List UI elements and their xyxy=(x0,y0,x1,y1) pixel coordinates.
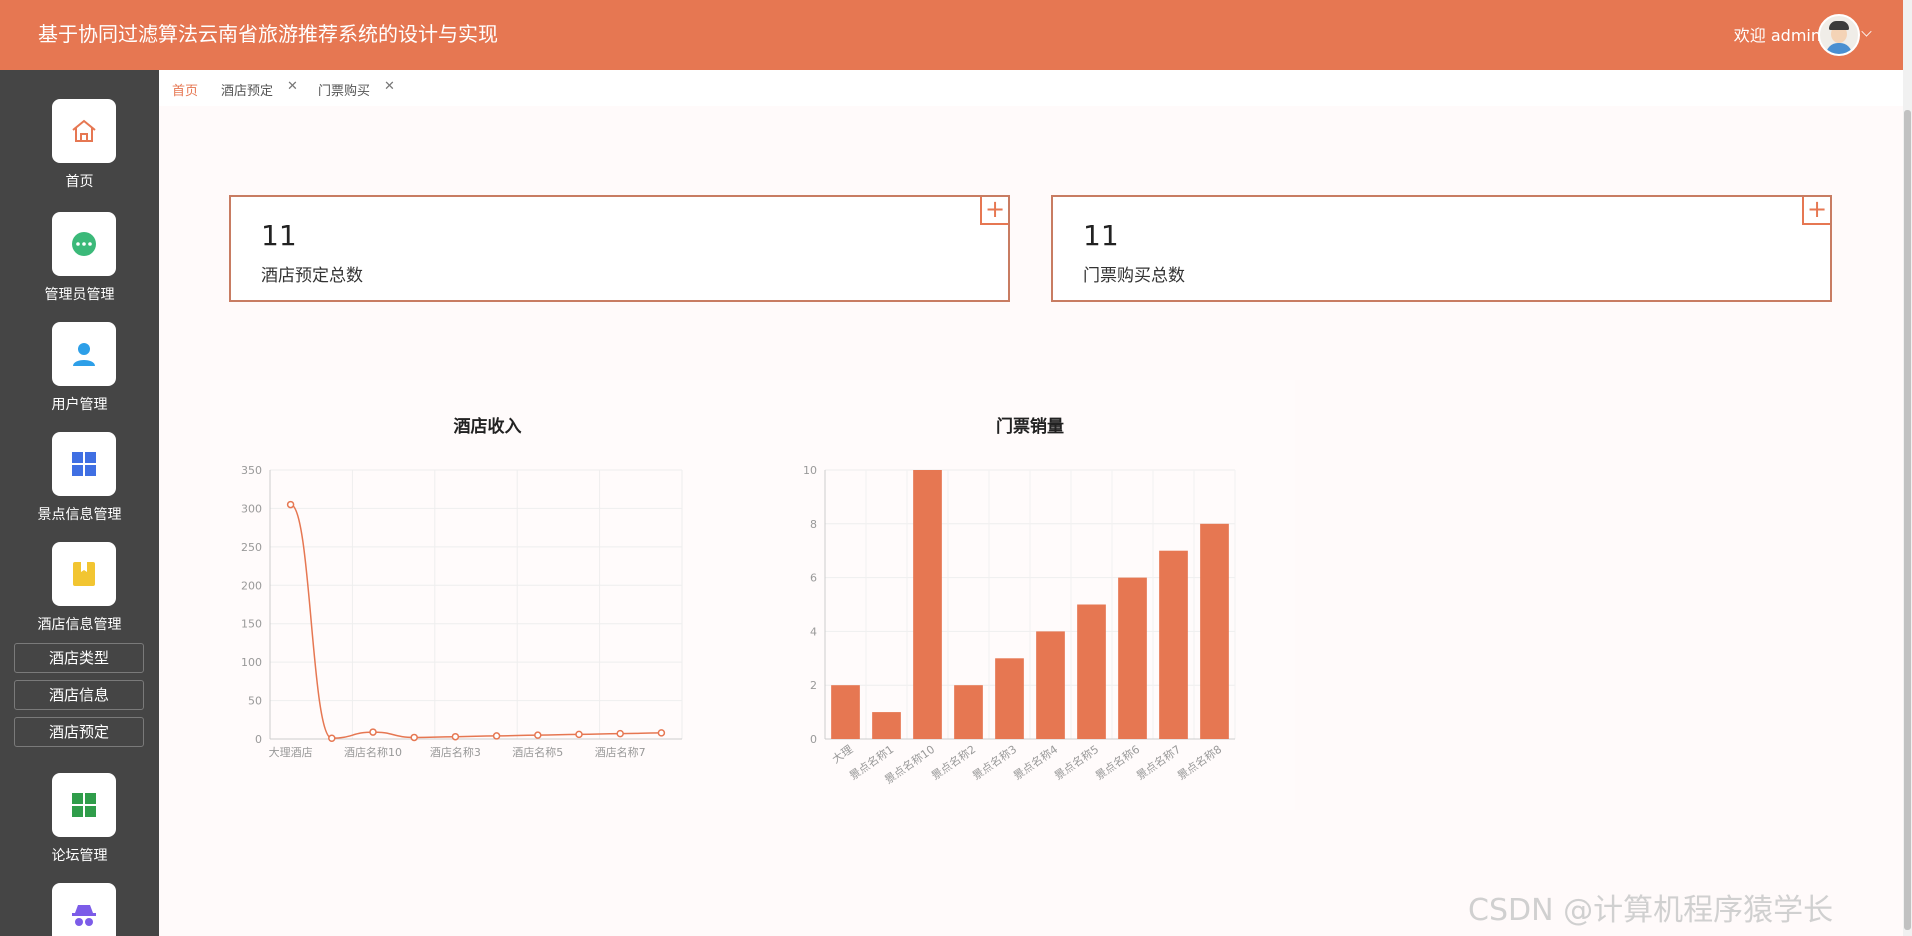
line-chart-hotel-income: 0 50 100 150 200 250 300 350 大理酒店 酒店名称10 酒店名称3 酒店名称… xyxy=(241,464,683,759)
x-tick-label: 酒店名称10 xyxy=(344,745,402,759)
y-tick-label: 0 xyxy=(255,733,262,746)
x-tick-label: 景点名称7 xyxy=(1133,742,1183,783)
tab-home[interactable]: 首页 xyxy=(172,80,198,99)
bar xyxy=(1200,523,1229,739)
incognito-icon xyxy=(52,883,116,936)
bar xyxy=(1036,631,1065,739)
sidebar-item-label: 景点信息管理 xyxy=(37,507,122,523)
x-tick-label: 大理 xyxy=(829,742,855,766)
admin-icon xyxy=(52,212,116,276)
bar xyxy=(831,685,860,739)
stat-label: 酒店预定总数 xyxy=(261,266,363,286)
tab-bar: 首页 酒店预定 ✕ 门票购买 ✕ xyxy=(159,70,1903,106)
x-tick-label: 大理酒店 xyxy=(269,745,313,759)
welcome-text: 欢迎 admin xyxy=(1733,26,1821,45)
data-point xyxy=(575,730,583,739)
watermark: CSDN @计算机程序猿学长 xyxy=(1468,893,1834,928)
x-tick-label: 景点名称5 xyxy=(1051,742,1101,783)
x-tick-label: 景点名称8 xyxy=(1174,742,1224,783)
chart-panel-ticket-sales: 门票销量 0 2 4 6 8 10 大理 景点名称1 景点名称10 景点名称2 景点名称3 景点名称4… xyxy=(765,380,1295,810)
sidebar-item-admin[interactable]: 管理员管理 xyxy=(0,212,159,312)
data-point xyxy=(410,733,418,742)
sidebar-item-label: 论坛管理 xyxy=(51,848,108,864)
x-tick-label: 酒店名称7 xyxy=(595,745,646,759)
user-icon xyxy=(52,322,116,386)
data-point xyxy=(492,732,501,740)
stat-value: 11 xyxy=(1083,219,1119,252)
bar xyxy=(913,470,942,739)
y-tick-label: 350 xyxy=(241,464,262,477)
y-tick-label: 200 xyxy=(241,579,262,592)
bar xyxy=(872,712,901,739)
bar xyxy=(1077,604,1106,739)
data-point xyxy=(616,729,624,738)
page-scrollbar[interactable] xyxy=(1903,0,1912,936)
y-tick-label: 100 xyxy=(241,656,262,669)
sidebar-item-label: 酒店信息管理 xyxy=(37,617,122,633)
y-tick-label: 150 xyxy=(241,618,262,631)
bar xyxy=(1118,577,1147,739)
y-tick-label: 50 xyxy=(248,695,262,708)
forum-icon xyxy=(52,773,116,837)
x-tick-label: 酒店名称3 xyxy=(430,745,481,759)
bar xyxy=(1159,550,1188,739)
y-tick-label: 0 xyxy=(810,733,817,746)
y-tick-label: 300 xyxy=(241,502,262,515)
x-tick-label: 景点名称2 xyxy=(928,742,978,783)
sidebar-item-users[interactable]: 用户管理 xyxy=(0,322,159,422)
scrollbar-thumb[interactable] xyxy=(1904,110,1911,930)
bar xyxy=(954,685,983,739)
data-point xyxy=(328,734,336,742)
y-tick-label: 2 xyxy=(810,679,817,692)
submenu-hotel-info[interactable]: 酒店信息 xyxy=(14,680,144,710)
data-point xyxy=(657,729,666,737)
sidebar-item-hotel[interactable]: 酒店信息管理 xyxy=(0,542,159,642)
series-line xyxy=(290,503,662,739)
sidebar-item-scenic[interactable]: 景点信息管理 xyxy=(0,432,159,532)
tab-hotel-booking[interactable]: 酒店预定 xyxy=(221,80,273,99)
chart-panel-hotel-income: 酒店收入 0 50 100 150 200 250 300 350 大理酒店 酒店名称10 酒店名称… xyxy=(210,380,765,810)
y-tick-label: 10 xyxy=(803,464,817,477)
sidebar-item-label: 用户管理 xyxy=(51,397,108,413)
tab-ticket-purchase[interactable]: 门票购买 xyxy=(318,80,370,99)
y-tick-label: 8 xyxy=(810,518,817,531)
x-tick-label: 景点名称6 xyxy=(1092,742,1142,783)
x-tick-label: 景点名称4 xyxy=(1010,742,1060,783)
grid-icon xyxy=(52,432,116,496)
sidebar-item-forum[interactable]: 论坛管理 xyxy=(0,773,159,873)
x-tick-label: 景点名称3 xyxy=(969,742,1019,783)
home-icon xyxy=(52,99,116,163)
bar-chart-ticket-sales: 0246810大理景点名称1景点名称10景点名称2景点名称3景点名称4景点名称5… xyxy=(803,464,1236,787)
sidebar-item-home[interactable]: 首页 xyxy=(0,99,159,199)
submenu-hotel-booking[interactable]: 酒店预定 xyxy=(14,717,144,747)
bookmark-icon xyxy=(52,542,116,606)
close-icon[interactable]: ✕ xyxy=(287,79,298,94)
y-tick-label: 4 xyxy=(810,625,817,638)
stat-card-ticket-purchases: 11 门票购买总数 + xyxy=(1051,195,1832,302)
submenu-hotel-type[interactable]: 酒店类型 xyxy=(14,643,144,673)
sidebar-item-extra[interactable] xyxy=(0,883,159,936)
plus-icon[interactable]: + xyxy=(1802,197,1830,225)
stat-label: 门票购买总数 xyxy=(1083,266,1185,286)
x-tick-label: 酒店名称5 xyxy=(512,745,563,759)
data-point xyxy=(534,731,542,739)
bar xyxy=(995,658,1024,739)
close-icon[interactable]: ✕ xyxy=(384,79,395,94)
data-point xyxy=(451,732,460,741)
sidebar-item-label: 首页 xyxy=(65,174,94,190)
top-header: 基于协同过滤算法云南省旅游推荐系统的设计与实现 欢迎 admin xyxy=(0,0,1903,70)
y-tick-label: 250 xyxy=(241,541,262,554)
sidebar: 首页 管理员管理 用户管理 景点信息管理 酒店信息管理 酒店类型 酒店信息 酒店… xyxy=(0,70,159,936)
sidebar-item-label: 管理员管理 xyxy=(44,287,115,303)
stat-card-hotel-bookings: 11 酒店预定总数 + xyxy=(229,195,1010,302)
data-point xyxy=(369,728,377,736)
plus-icon[interactable]: + xyxy=(980,197,1008,225)
data-point xyxy=(286,500,295,509)
stat-value: 11 xyxy=(261,219,297,252)
avatar[interactable] xyxy=(1818,14,1860,56)
y-tick-label: 6 xyxy=(810,572,817,585)
app-title: 基于协同过滤算法云南省旅游推荐系统的设计与实现 xyxy=(38,22,498,46)
